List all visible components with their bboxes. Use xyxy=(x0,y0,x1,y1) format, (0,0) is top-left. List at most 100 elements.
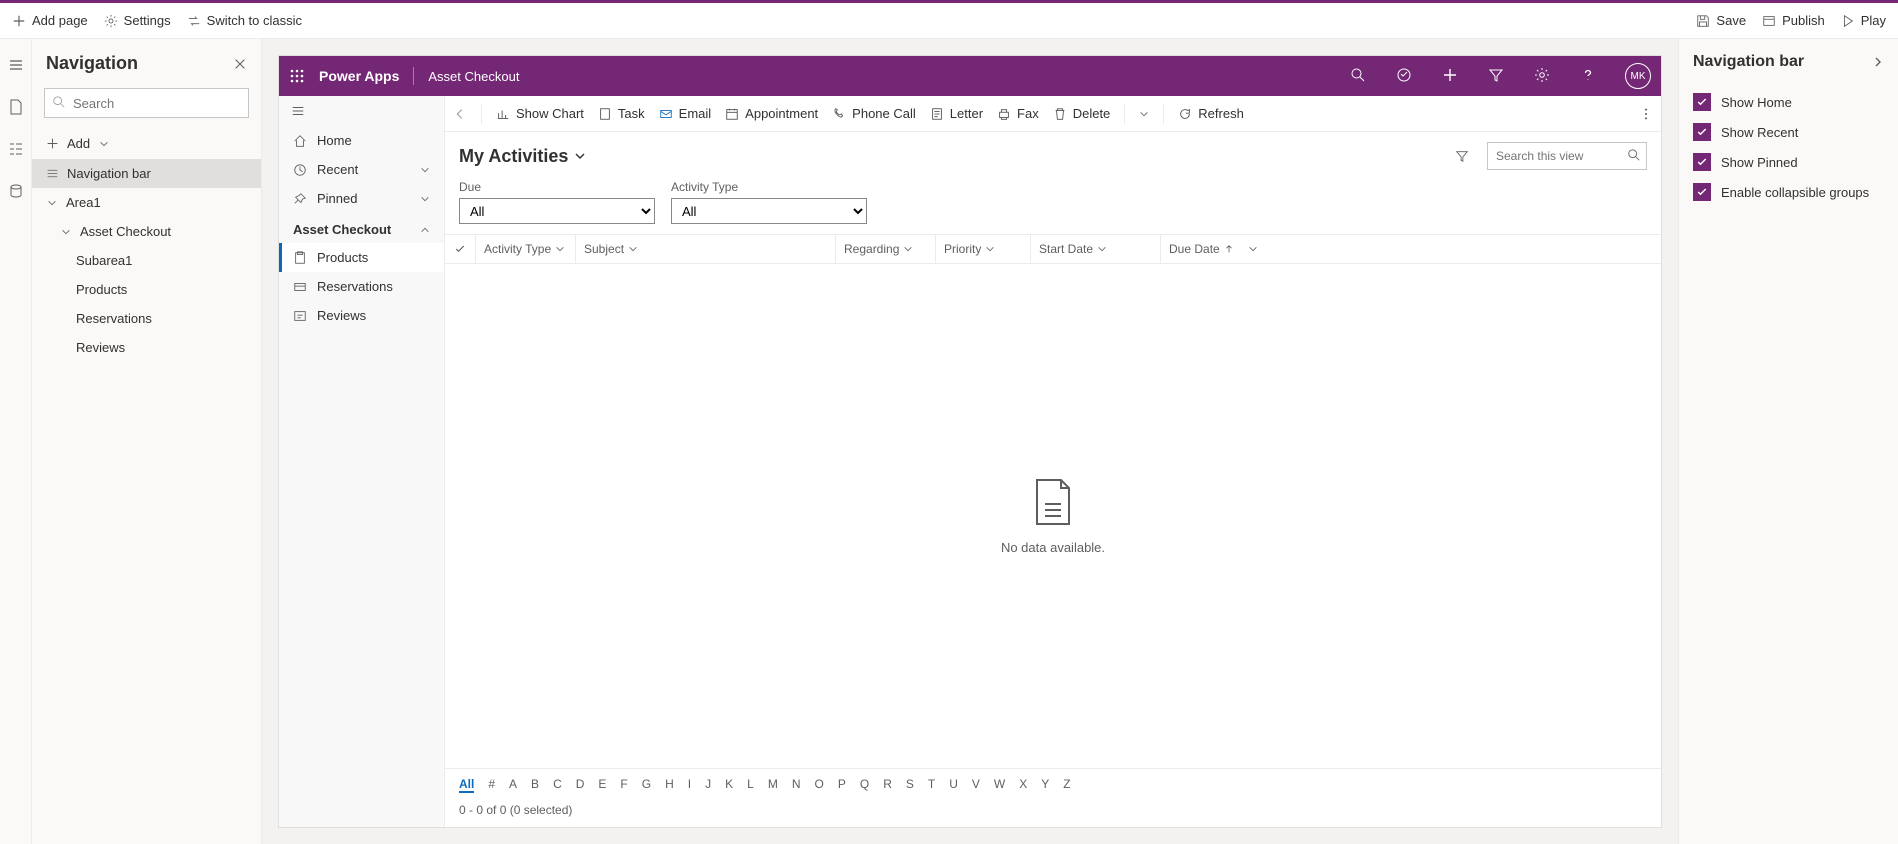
brand-label: Power Apps xyxy=(319,68,399,84)
waffle-icon[interactable] xyxy=(289,68,305,84)
tree-reviews[interactable]: Reviews xyxy=(32,333,261,362)
letter-button[interactable]: Letter xyxy=(930,106,983,121)
alpha-z[interactable]: Z xyxy=(1063,777,1070,793)
enable-collapsible-checkbox[interactable]: Enable collapsible groups xyxy=(1693,177,1884,207)
alpha-d[interactable]: D xyxy=(576,777,585,793)
alpha-q[interactable]: Q xyxy=(860,777,869,793)
alpha-t[interactable]: T xyxy=(928,777,935,793)
alpha-i[interactable]: I xyxy=(688,777,691,793)
tree-asset-checkout[interactable]: Asset Checkout xyxy=(32,217,261,246)
switch-icon xyxy=(187,14,201,28)
col-priority[interactable]: Priority xyxy=(935,235,1030,263)
data-icon[interactable] xyxy=(8,183,24,199)
due-select[interactable]: All xyxy=(459,198,655,224)
fax-button[interactable]: Fax xyxy=(997,106,1039,121)
hamburger-icon[interactable] xyxy=(8,57,24,73)
add-button[interactable]: Add xyxy=(32,128,261,159)
view-selector[interactable]: My Activities xyxy=(459,146,586,167)
view-search-input[interactable] xyxy=(1487,142,1647,170)
back-button[interactable] xyxy=(453,107,467,121)
show-recent-checkbox[interactable]: Show Recent xyxy=(1693,117,1884,147)
add-page-button[interactable]: Add page xyxy=(12,13,88,28)
alpha-x[interactable]: X xyxy=(1019,777,1027,793)
alpha-c[interactable]: C xyxy=(553,777,562,793)
hamburger-icon[interactable] xyxy=(279,96,444,126)
alpha-v[interactable]: V xyxy=(972,777,980,793)
col-activity-type[interactable]: Activity Type xyxy=(475,235,575,263)
show-pinned-checkbox[interactable]: Show Pinned xyxy=(1693,147,1884,177)
publish-button[interactable]: Publish xyxy=(1762,13,1825,28)
tree-icon[interactable] xyxy=(8,141,24,157)
sidebar-reservations[interactable]: Reservations xyxy=(279,272,444,301)
nav-search-input[interactable] xyxy=(44,88,249,118)
alpha-f[interactable]: F xyxy=(620,777,627,793)
alpha-#[interactable]: # xyxy=(488,777,495,793)
alpha-y[interactable]: Y xyxy=(1041,777,1049,793)
show-chart-button[interactable]: Show Chart xyxy=(496,106,584,121)
alpha-g[interactable]: G xyxy=(642,777,651,793)
save-icon xyxy=(1696,14,1710,28)
phone-call-button[interactable]: Phone Call xyxy=(832,106,916,121)
tree-subarea1[interactable]: Subarea1 xyxy=(32,246,261,275)
alpha-w[interactable]: W xyxy=(994,777,1005,793)
target-icon[interactable] xyxy=(1396,67,1414,85)
alpha-r[interactable]: R xyxy=(883,777,892,793)
settings-button[interactable]: Settings xyxy=(104,13,171,28)
plus-icon[interactable] xyxy=(1442,67,1460,85)
more-icon[interactable] xyxy=(1639,107,1653,121)
sidebar-recent[interactable]: Recent xyxy=(279,155,444,184)
app-header: Power Apps Asset Checkout MK xyxy=(279,56,1661,96)
avatar[interactable]: MK xyxy=(1625,63,1651,89)
email-button[interactable]: Email xyxy=(659,106,712,121)
alpha-u[interactable]: U xyxy=(949,777,958,793)
clock-icon xyxy=(293,163,307,177)
col-start-date[interactable]: Start Date xyxy=(1030,235,1160,263)
alpha-b[interactable]: B xyxy=(531,777,539,793)
delete-button[interactable]: Delete xyxy=(1053,106,1111,121)
activity-type-select[interactable]: All xyxy=(671,198,867,224)
sidebar-reviews[interactable]: Reviews xyxy=(279,301,444,330)
close-icon[interactable] xyxy=(233,57,247,71)
tree-reservations[interactable]: Reservations xyxy=(32,304,261,333)
chevron-right-icon[interactable] xyxy=(1872,56,1884,68)
alpha-n[interactable]: N xyxy=(792,777,801,793)
alpha-e[interactable]: E xyxy=(598,777,606,793)
filter-icon[interactable] xyxy=(1488,67,1506,85)
switch-classic-button[interactable]: Switch to classic xyxy=(187,13,302,28)
alpha-j[interactable]: J xyxy=(705,777,711,793)
tree-products[interactable]: Products xyxy=(32,275,261,304)
alpha-s[interactable]: S xyxy=(906,777,914,793)
tree-area1[interactable]: Area1 xyxy=(32,188,261,217)
col-due-date[interactable]: Due Date xyxy=(1160,235,1661,263)
col-subject[interactable]: Subject xyxy=(575,235,835,263)
alpha-k[interactable]: K xyxy=(725,777,733,793)
appointment-button[interactable]: Appointment xyxy=(725,106,818,121)
gear-icon[interactable] xyxy=(1534,67,1552,85)
alpha-a[interactable]: A xyxy=(509,777,517,793)
sidebar-products[interactable]: Products xyxy=(279,243,444,272)
save-button[interactable]: Save xyxy=(1696,13,1746,28)
task-button[interactable]: Task xyxy=(598,106,645,121)
show-home-checkbox[interactable]: Show Home xyxy=(1693,87,1884,117)
sidebar-group-asset-checkout[interactable]: Asset Checkout xyxy=(279,213,444,243)
help-icon[interactable] xyxy=(1580,67,1598,85)
tree-label: Subarea1 xyxy=(76,253,132,268)
alpha-o[interactable]: O xyxy=(815,777,824,793)
alpha-p[interactable]: P xyxy=(838,777,846,793)
alpha-all[interactable]: All xyxy=(459,777,474,793)
filter-icon[interactable] xyxy=(1455,149,1469,163)
sidebar-pinned[interactable]: Pinned xyxy=(279,184,444,213)
col-regarding[interactable]: Regarding xyxy=(835,235,935,263)
alpha-l[interactable]: L xyxy=(747,777,754,793)
play-button[interactable]: Play xyxy=(1841,13,1886,28)
sidebar-label: Reviews xyxy=(317,308,366,323)
sidebar-home[interactable]: Home xyxy=(279,126,444,155)
tree-navigation-bar[interactable]: Navigation bar xyxy=(32,159,261,188)
select-all-checkbox[interactable] xyxy=(445,235,475,263)
page-icon[interactable] xyxy=(8,99,24,115)
alpha-m[interactable]: M xyxy=(768,777,778,793)
chevron-down-icon[interactable] xyxy=(1139,109,1149,119)
refresh-button[interactable]: Refresh xyxy=(1178,106,1244,121)
alpha-h[interactable]: H xyxy=(665,777,674,793)
search-icon[interactable] xyxy=(1350,67,1368,85)
